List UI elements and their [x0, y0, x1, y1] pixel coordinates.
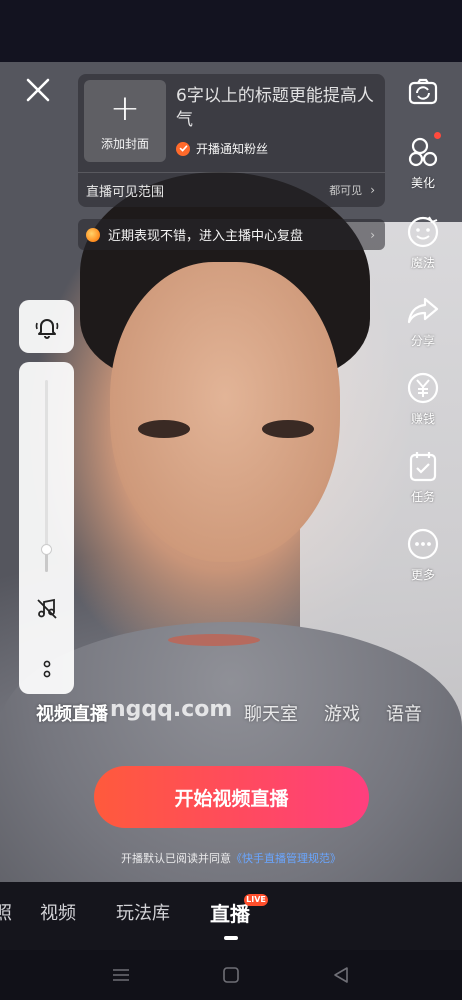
check-icon	[176, 141, 190, 156]
start-live-button[interactable]: 开始视频直播	[94, 766, 369, 828]
nav-photo[interactable]: 照	[0, 900, 12, 928]
beautify-icon	[405, 134, 441, 170]
notify-fans-toggle[interactable]: 开播通知粉丝	[176, 140, 268, 157]
banner-text: 近期表现不错，进入主播中心复盘	[108, 229, 304, 244]
system-menu-button[interactable]	[108, 962, 134, 988]
active-tab-indicator	[224, 936, 238, 940]
subject-eye-right	[262, 420, 314, 438]
system-nav-bar	[0, 950, 462, 1000]
bell-button[interactable]	[19, 300, 74, 353]
task-label: 任务	[410, 490, 435, 504]
tab-video-live[interactable]: 视频直播	[36, 700, 108, 730]
vertical-more-button[interactable]	[32, 654, 62, 684]
more-button[interactable]: 更多	[400, 526, 446, 583]
anchor-center-banner[interactable]: 近期表现不错，进入主播中心复盘 ›	[78, 219, 385, 250]
nav-live[interactable]: 直播	[210, 900, 250, 928]
task-icon	[405, 448, 441, 484]
live-setup-panel: + 添加封面 6字以上的标题更能提高人气 开播通知粉丝 直播可见范围 都可见 ›	[78, 74, 385, 207]
add-cover-button[interactable]: + 添加封面	[84, 80, 166, 162]
visibility-scope-row[interactable]: 直播可见范围 都可见 ›	[78, 173, 385, 207]
more-icon	[405, 526, 441, 562]
live-title-input[interactable]: 6字以上的标题更能提高人气	[176, 84, 376, 132]
nav-video[interactable]: 视频	[40, 900, 76, 928]
subject-face	[110, 262, 340, 562]
start-live-label: 开始视频直播	[174, 787, 289, 810]
agreement-prefix: 开播默认已阅读并同意	[121, 852, 231, 865]
magic-icon	[405, 214, 441, 250]
bell-icon	[35, 318, 58, 339]
left-control-panel	[19, 362, 74, 694]
subject-eye-left	[138, 420, 190, 438]
flip-camera-button[interactable]	[400, 74, 446, 110]
tab-chatroom[interactable]: 聊天室	[244, 700, 298, 730]
plus-icon: +	[109, 87, 141, 129]
add-cover-label: 添加封面	[100, 136, 149, 151]
watermark: ngqq.com	[110, 697, 233, 722]
share-button[interactable]: 分享	[400, 292, 446, 349]
visibility-value: 都可见	[329, 184, 363, 197]
menu-icon	[113, 969, 129, 981]
flip-camera-icon	[405, 74, 441, 110]
task-button[interactable]: 任务	[400, 448, 446, 505]
agreement-text: 开播默认已阅读并同意《快手直播管理规范》	[0, 850, 462, 866]
home-icon	[223, 967, 239, 983]
magic-label: 魔法	[410, 256, 435, 270]
visibility-value-group: 都可见 ›	[329, 182, 375, 198]
anchor-badge-icon	[86, 227, 100, 242]
notify-fans-label: 开播通知粉丝	[196, 142, 269, 156]
chevron-right-icon: ›	[370, 227, 375, 242]
music-off-icon	[37, 598, 57, 619]
system-back-button[interactable]	[328, 962, 354, 988]
earn-label: 赚钱	[410, 412, 435, 426]
nav-gameplay-library[interactable]: 玩法库	[116, 900, 170, 928]
share-icon	[405, 292, 441, 328]
notification-dot	[434, 132, 441, 139]
chevron-right-icon: ›	[370, 183, 375, 197]
live-badge: LIVE	[244, 894, 268, 906]
close-button[interactable]	[20, 72, 56, 108]
live-rules-link[interactable]: 《快手直播管理规范》	[231, 852, 341, 865]
beautify-button[interactable]: 美化	[400, 134, 446, 191]
music-off-button[interactable]	[32, 594, 62, 624]
back-icon	[334, 967, 348, 983]
visibility-label: 直播可见范围	[86, 184, 165, 200]
tab-voice[interactable]: 语音	[386, 700, 422, 730]
status-bar	[0, 0, 462, 62]
subject-mouth	[168, 634, 260, 646]
vertical-dots-icon	[43, 660, 51, 678]
bottom-nav: 照 视频 玩法库 直播 LIVE	[0, 882, 462, 950]
tab-game[interactable]: 游戏	[324, 700, 360, 730]
close-icon	[26, 78, 50, 102]
beautify-label: 美化	[410, 176, 435, 190]
slider-thumb[interactable]	[41, 543, 52, 555]
magic-button[interactable]: 魔法	[400, 214, 446, 271]
share-label: 分享	[410, 334, 435, 348]
more-label: 更多	[410, 568, 435, 582]
system-home-button[interactable]	[218, 962, 244, 988]
earn-button[interactable]: 赚钱	[400, 370, 446, 427]
earn-icon	[405, 370, 441, 406]
